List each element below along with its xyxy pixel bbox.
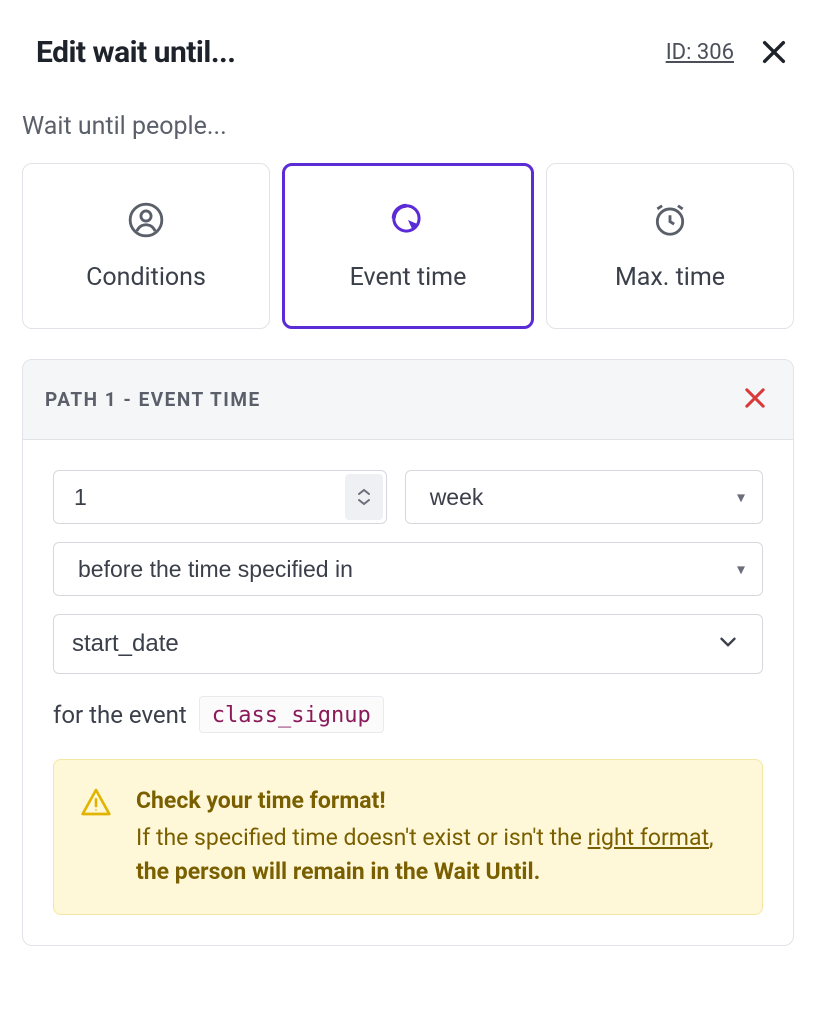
tab-conditions[interactable]: Conditions xyxy=(22,163,270,329)
chevron-down-icon xyxy=(356,497,372,507)
warning-body: Check your time format! If the specified… xyxy=(136,784,736,888)
relation-select[interactable]: before the time specified in xyxy=(53,542,763,596)
row-quantity-unit: week ▾ xyxy=(53,470,763,524)
warning-after-link: , xyxy=(709,824,714,851)
event-chip: class_signup xyxy=(199,696,384,733)
relation-field: before the time specified in ▾ xyxy=(53,542,763,596)
chevron-down-icon xyxy=(715,629,741,659)
row-relation: before the time specified in ▾ xyxy=(53,542,763,596)
unit-select[interactable]: week xyxy=(405,470,763,524)
path-remove-button[interactable] xyxy=(739,382,771,417)
event-line: for the event class_signup xyxy=(53,696,763,733)
event-prefix: for the event xyxy=(53,701,187,729)
tab-max-time-label: Max. time xyxy=(615,263,725,292)
unit-field: week ▾ xyxy=(405,470,763,524)
modal-header: Edit wait until... ID: 306 xyxy=(22,32,794,72)
warning-lead: If the specified time doesn't exist or i… xyxy=(136,824,588,851)
attribute-select[interactable]: start_date xyxy=(53,614,763,674)
warning-title: Check your time format! xyxy=(136,784,736,817)
tab-event-time[interactable]: Event time xyxy=(282,163,534,329)
attribute-field: start_date xyxy=(53,614,763,674)
path-header: Path 1 - Event Time xyxy=(23,360,793,440)
warning-link[interactable]: right format xyxy=(588,824,709,851)
path-block: Path 1 - Event Time week ▾ before th xyxy=(22,359,794,946)
path-body: week ▾ before the time specified in ▾ st… xyxy=(23,440,793,945)
warning-icon xyxy=(80,786,112,822)
close-button[interactable] xyxy=(754,32,794,72)
alarm-icon xyxy=(651,201,689,239)
path-title: Path 1 - Event Time xyxy=(45,388,261,411)
close-icon xyxy=(758,36,790,68)
tab-event-time-label: Event time xyxy=(350,263,467,292)
quantity-field xyxy=(53,470,387,524)
id-link[interactable]: ID: 306 xyxy=(666,40,734,65)
subhead-text: Wait until people... xyxy=(22,112,794,141)
tab-max-time[interactable]: Max. time xyxy=(546,163,794,329)
quantity-input[interactable] xyxy=(53,470,387,524)
tab-row: Conditions Event time Max. time xyxy=(22,163,794,329)
person-icon xyxy=(127,201,165,239)
modal-title: Edit wait until... xyxy=(22,35,235,70)
tab-conditions-label: Conditions xyxy=(86,263,206,292)
chevron-up-icon xyxy=(356,487,372,497)
warning-strong: the person will remain in the Wait Until… xyxy=(136,858,540,885)
header-right: ID: 306 xyxy=(666,32,794,72)
close-icon xyxy=(741,384,769,412)
event-click-icon xyxy=(389,201,427,239)
warning-banner: Check your time format! If the specified… xyxy=(53,759,763,915)
quantity-stepper[interactable] xyxy=(345,474,383,520)
